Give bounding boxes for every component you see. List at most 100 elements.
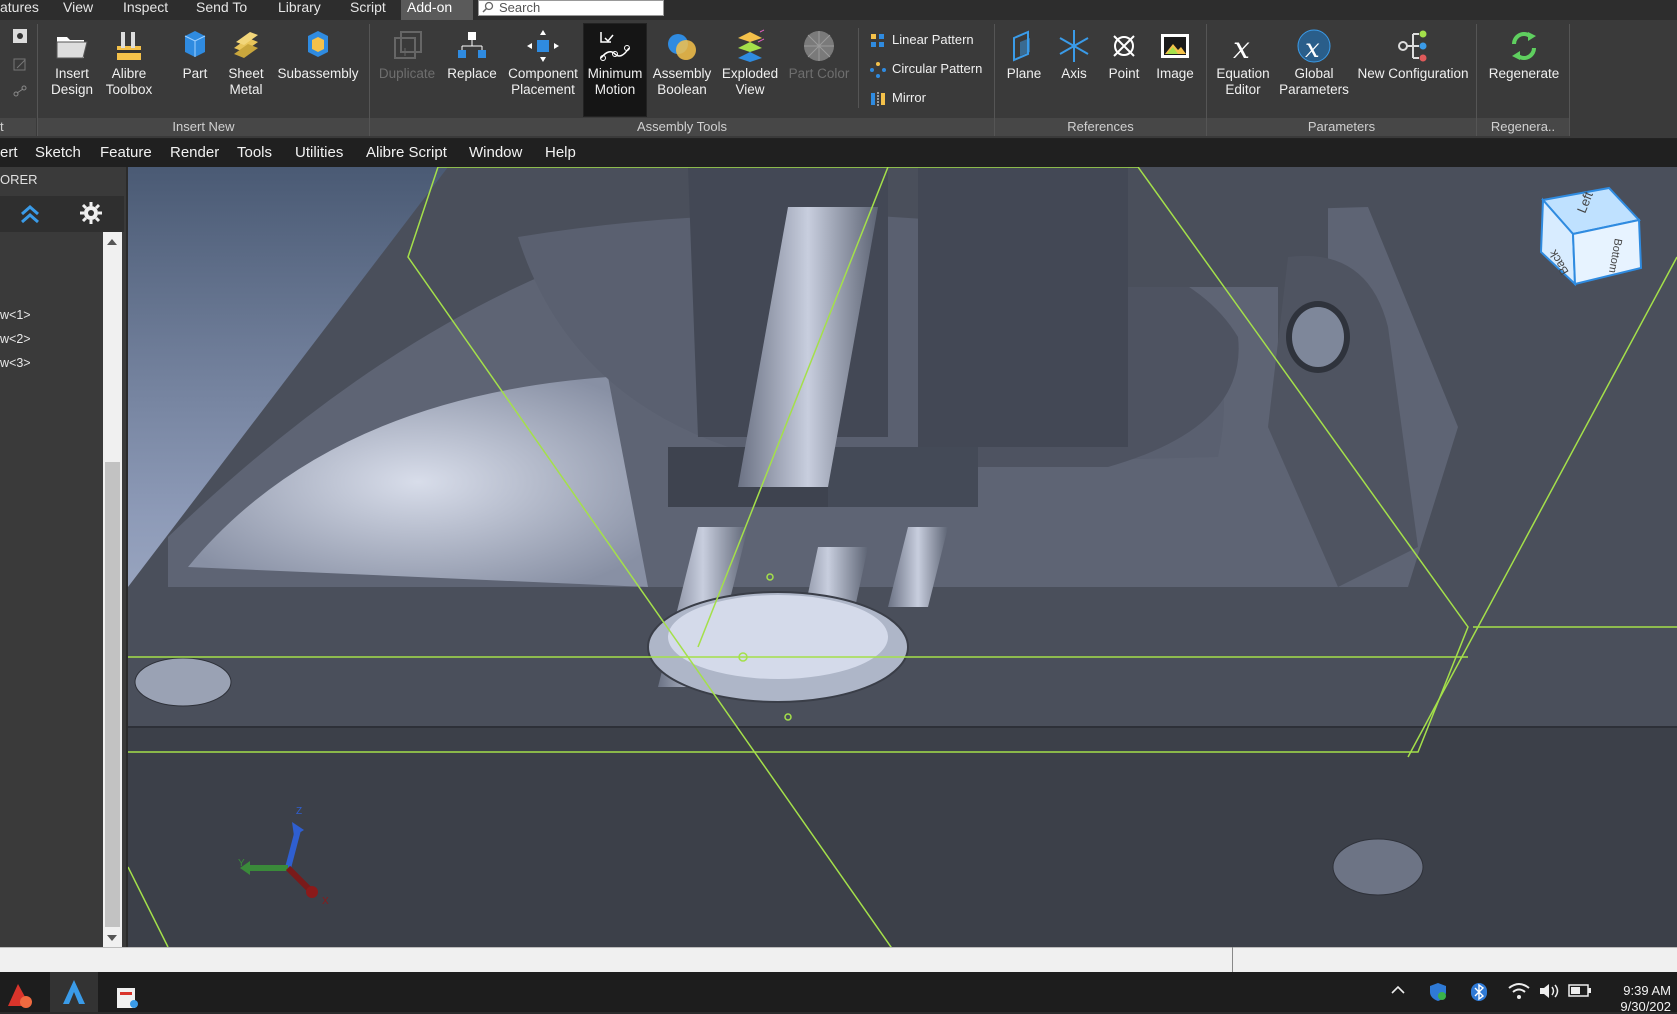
menu-sketch[interactable]: Sketch — [35, 139, 81, 167]
menu-render[interactable]: Render — [170, 139, 219, 167]
group-label-references: References — [995, 118, 1206, 136]
ribbon-separator — [858, 28, 859, 108]
menu-feature[interactable]: Feature — [100, 139, 152, 167]
linear-pattern-button[interactable]: Linear Pattern — [870, 30, 974, 50]
tree-small-icon[interactable] — [12, 82, 28, 98]
equation-icon: x — [1233, 31, 1250, 64]
edit-small-icon[interactable] — [12, 57, 28, 73]
replace-icon — [458, 32, 486, 58]
circular-pattern-button[interactable]: Circular Pattern — [870, 59, 982, 79]
tab-script[interactable]: Script — [344, 0, 392, 20]
bluetooth-icon[interactable] — [1470, 982, 1488, 1002]
settings-small-icon[interactable] — [12, 28, 28, 44]
group-label-insert-new: Insert New — [38, 118, 369, 136]
scrollbar-thumb[interactable] — [105, 462, 120, 927]
chevron-up-icon[interactable] — [1390, 982, 1406, 998]
tab-add-on[interactable]: Add-on — [401, 0, 473, 20]
file-app-icon[interactable] — [114, 984, 140, 1010]
global-parameters-button[interactable]: x Global Parameters — [1278, 24, 1350, 98]
part-button[interactable]: Part — [174, 24, 216, 82]
alibre-icon — [63, 980, 85, 1004]
plane-button[interactable]: Plane — [1002, 24, 1046, 82]
duplicate-icon — [394, 31, 422, 59]
security-shield-icon[interactable] — [1428, 982, 1448, 1002]
new-configuration-button[interactable]: New Configuration — [1356, 24, 1470, 82]
tab-library[interactable]: Library — [272, 0, 327, 20]
triad-label-z: Z — [296, 806, 302, 817]
subassembly-icon — [308, 31, 328, 57]
plane-icon — [1013, 30, 1030, 62]
menu-window[interactable]: Window — [469, 139, 522, 167]
tab-features[interactable]: atures — [0, 0, 45, 20]
clock-time[interactable]: 9:39 AM — [1623, 983, 1671, 998]
group-label-regenerate: Regenera.. — [1477, 118, 1569, 136]
group-label-partial: t — [0, 118, 36, 136]
ribbon: t Insert Design Alibre Toolbox Part Shee… — [0, 20, 1677, 139]
minimum-motion-button[interactable]: Minimum Motion — [583, 23, 647, 117]
triad-label-y: Y — [238, 858, 245, 869]
tree-item[interactable]: w<3> — [0, 356, 31, 370]
boolean-icon — [668, 34, 696, 60]
wifi-icon[interactable] — [1508, 982, 1530, 1000]
toolbox-icon — [117, 32, 141, 60]
placement-icon — [527, 30, 559, 62]
taskbar-active-app[interactable] — [50, 972, 98, 1012]
image-icon — [1161, 34, 1189, 58]
point-button[interactable]: Point — [1102, 24, 1146, 82]
regenerate-icon — [1512, 32, 1536, 60]
sheet-metal-button[interactable]: Sheet Metal — [222, 24, 270, 98]
status-bar — [0, 947, 1677, 973]
subassembly-button[interactable]: Subassembly — [274, 24, 362, 82]
explorer-title: ORER — [0, 172, 38, 187]
tab-view[interactable]: View — [57, 0, 99, 20]
battery-icon[interactable] — [1568, 982, 1592, 998]
group-label-parameters: Parameters — [1207, 118, 1476, 136]
axis-icon — [1059, 30, 1089, 62]
menu-tools[interactable]: Tools — [237, 139, 272, 167]
scroll-down-icon[interactable] — [106, 933, 118, 943]
tree-item[interactable]: w<2> — [0, 332, 31, 346]
part-color-button[interactable]: Part Color — [784, 24, 854, 82]
menu-help[interactable]: Help — [545, 139, 576, 167]
status-bar-divider — [1232, 947, 1233, 972]
exploded-view-button[interactable]: Exploded View — [718, 24, 782, 98]
ribbon-separator — [1569, 24, 1570, 136]
windows-taskbar — [0, 972, 1677, 1012]
replace-button[interactable]: Replace — [444, 24, 500, 82]
tab-inspect[interactable]: Inspect — [117, 0, 174, 20]
view-cube[interactable]: Left Bottom Back — [1535, 186, 1647, 290]
axis-triad: Z Y X — [238, 806, 329, 907]
duplicate-button[interactable]: Duplicate — [375, 24, 439, 82]
regenerate-button[interactable]: Regenerate — [1482, 24, 1566, 82]
scroll-up-icon[interactable] — [106, 237, 118, 247]
search-input[interactable]: Search — [478, 0, 664, 16]
component-placement-button[interactable]: Component Placement — [506, 24, 580, 98]
explorer-toolbar — [0, 196, 124, 232]
point-icon — [1113, 35, 1135, 57]
tab-send-to[interactable]: Send To — [190, 0, 253, 20]
alibre-toolbox-button[interactable]: Alibre Toolbox — [100, 24, 158, 98]
ribbon-tab-bar: atures View Inspect Send To Library Scri… — [0, 0, 1677, 20]
insert-design-button[interactable]: Insert Design — [44, 24, 100, 98]
tree-item[interactable]: w<1> — [0, 308, 31, 322]
equation-editor-button[interactable]: x Equation Editor — [1212, 24, 1274, 98]
gear-icon[interactable] — [79, 201, 103, 225]
3d-viewport[interactable] — [128, 167, 1677, 947]
menu-utilities[interactable]: Utilities — [295, 139, 343, 167]
svg-text:x: x — [1233, 31, 1250, 64]
app-icon-red[interactable] — [4, 980, 34, 1010]
collapse-all-icon[interactable] — [18, 202, 42, 226]
menu-alibre-script[interactable]: Alibre Script — [366, 139, 447, 167]
svg-text:x: x — [1305, 34, 1320, 64]
axis-button[interactable]: Axis — [1052, 24, 1096, 82]
circular-pattern-icon — [870, 61, 886, 78]
mirror-button[interactable]: Mirror — [870, 88, 926, 108]
group-label-assembly-tools: Assembly Tools — [370, 118, 994, 136]
image-button[interactable]: Image — [1152, 24, 1198, 82]
assembly-boolean-button[interactable]: Assembly Boolean — [650, 24, 714, 98]
exploded-view-icon — [738, 29, 765, 62]
menu-insert[interactable]: ert — [0, 139, 18, 167]
color-wheel-icon — [804, 31, 834, 61]
speaker-icon[interactable] — [1538, 982, 1560, 1000]
minimum-motion-icon — [600, 32, 630, 61]
